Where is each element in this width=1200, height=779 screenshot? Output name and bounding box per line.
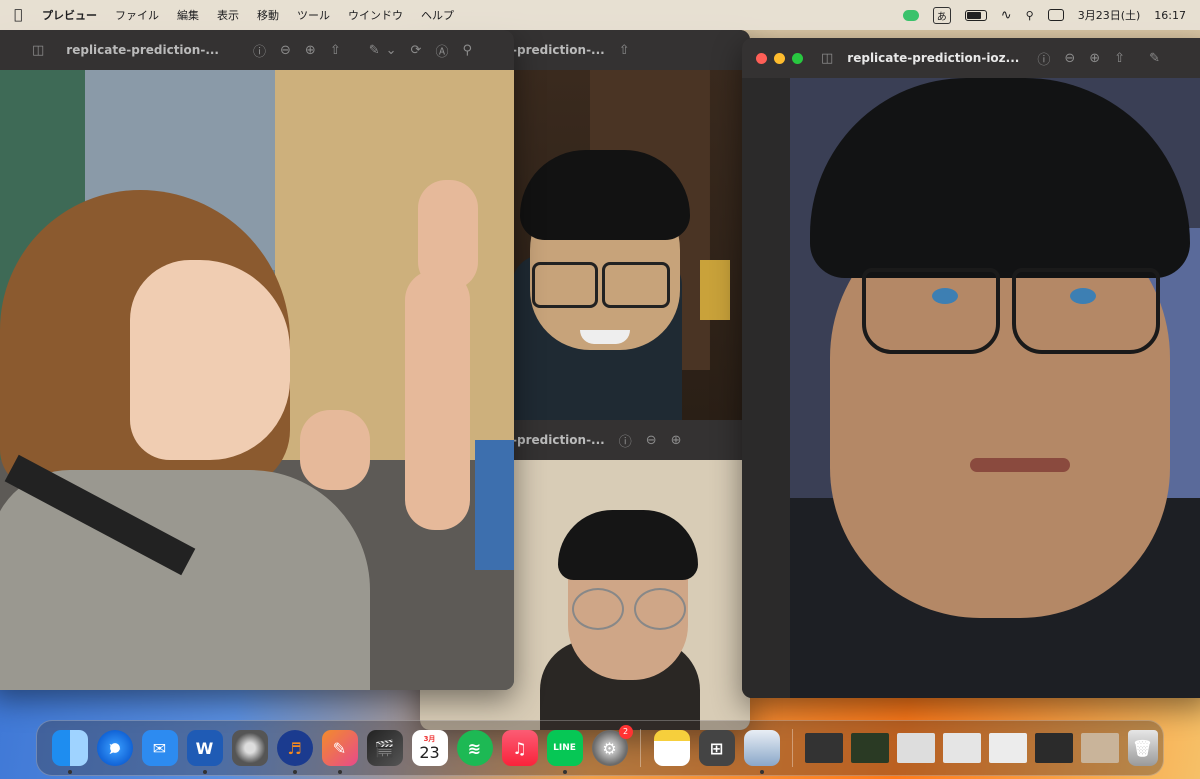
minimized-window-7[interactable] (1081, 733, 1119, 763)
minimized-window-4[interactable] (943, 733, 981, 763)
zoom-in-icon[interactable]: ⊕ (671, 433, 682, 448)
search-icon[interactable]: ⚲ (1026, 9, 1034, 22)
preview-icon[interactable] (743, 730, 780, 774)
final-cut-icon[interactable]: 🎬 (366, 730, 403, 766)
chevron-down-icon[interactable]: ⌄ (386, 43, 397, 58)
dock-separator (640, 729, 641, 767)
preview-window-right[interactable]: ◫ replicate-prediction-ioz... ⓘ ⊖ ⊕ ⇧ ✎ (742, 38, 1200, 698)
menu-time[interactable]: 16:17 (1154, 9, 1186, 22)
audacity-icon[interactable]: ♬ (276, 730, 313, 774)
finder-icon[interactable] (51, 730, 88, 774)
calculator-icon[interactable]: ⊞ (698, 730, 735, 766)
traffic-lights (756, 52, 803, 64)
menu-view[interactable]: 表示 (217, 7, 239, 23)
dock: ➤ ✉ W ♬ ✎ 🎬 3月 23 ≋ ♫ LINE ⚙ 2 ⊞ 🗑 (36, 720, 1164, 776)
zoom-out-icon[interactable]: ⊖ (1064, 51, 1075, 66)
zoom-out-icon[interactable]: ⊖ (280, 43, 291, 58)
annotate-icon[interactable]: Ⓐ (435, 41, 448, 60)
menu-edit[interactable]: 編集 (177, 7, 199, 23)
menu-window[interactable]: ウインドウ (348, 7, 403, 23)
spotify-icon[interactable]: ≋ (456, 730, 493, 766)
search-icon[interactable]: ⚲ (462, 43, 472, 58)
minimized-window-5[interactable] (989, 733, 1027, 763)
markup-icon[interactable]: ✎ (1149, 51, 1160, 66)
calendar-icon[interactable]: 3月 23 (411, 730, 448, 766)
music-icon[interactable]: ♫ (501, 730, 538, 766)
menu-tools[interactable]: ツール (297, 7, 330, 23)
minimize-button[interactable] (774, 52, 785, 64)
share-icon[interactable]: ⇧ (1114, 51, 1125, 66)
disk-utility-icon[interactable] (231, 730, 268, 766)
line-icon[interactable]: LINE (546, 730, 583, 774)
menu-help[interactable]: ヘルプ (421, 7, 454, 23)
menu-bar:  プレビュー ファイル 編集 表示 移動 ツール ウインドウ ヘルプ あ ∿ … (0, 0, 1200, 30)
menu-file[interactable]: ファイル (115, 7, 159, 23)
minimized-window-2[interactable] (851, 733, 889, 763)
close-button[interactable] (756, 52, 767, 64)
share-icon[interactable]: ⇧ (330, 43, 341, 58)
menu-date[interactable]: 3月23日(土) (1078, 7, 1141, 23)
image-content (0, 70, 514, 690)
input-mode-icon[interactable]: あ (932, 6, 951, 24)
wifi-icon[interactable]: ∿ (1001, 8, 1012, 23)
share-icon[interactable]: ⇧ (619, 43, 630, 58)
image-content (742, 78, 1200, 698)
photo-man-rectangular-glasses (790, 78, 1200, 698)
dock-separator (792, 729, 793, 767)
battery-icon[interactable] (964, 9, 987, 21)
settings-badge: 2 (618, 725, 633, 739)
calendar-day: 23 (419, 742, 440, 762)
mail-icon[interactable]: ✉ (141, 730, 178, 766)
menu-go[interactable]: 移動 (257, 7, 279, 23)
photo-woman-peace-sign (0, 70, 514, 690)
menu-app-name[interactable]: プレビュー (42, 7, 97, 23)
zoom-button[interactable] (792, 52, 803, 64)
system-settings-icon[interactable]: ⚙ 2 (591, 725, 633, 766)
window-title: -prediction-... (512, 43, 605, 57)
sidebar-toggle-icon[interactable]: ◫ (32, 43, 44, 58)
safari-icon[interactable]: ➤ (96, 730, 133, 766)
window-title: replicate-prediction-... (66, 43, 219, 57)
titlebar: ◫ replicate-prediction-... ⓘ ⊖ ⊕ ⇧ ✎ ⌄ ⟳… (0, 30, 514, 70)
zoom-out-icon[interactable]: ⊖ (646, 433, 657, 448)
sidebar-toggle-icon[interactable]: ◫ (821, 51, 833, 66)
info-icon[interactable]: ⓘ (253, 41, 266, 60)
titlebar: ◫ replicate-prediction-ioz... ⓘ ⊖ ⊕ ⇧ ✎ (742, 38, 1200, 78)
affinity-icon[interactable]: ✎ (321, 730, 358, 774)
window-title-lower: -prediction-... (512, 433, 605, 447)
minimized-window-6[interactable] (1035, 733, 1073, 763)
preview-window-left[interactable]: ◫ replicate-prediction-... ⓘ ⊖ ⊕ ⇧ ✎ ⌄ ⟳… (0, 30, 514, 690)
info-icon[interactable]: ⓘ (619, 431, 632, 450)
line-status-icon[interactable] (902, 9, 919, 21)
zoom-in-icon[interactable]: ⊕ (305, 43, 316, 58)
apple-logo-icon[interactable]:  (14, 7, 32, 23)
zoom-in-icon[interactable]: ⊕ (1089, 51, 1100, 66)
rotate-icon[interactable]: ⟳ (411, 43, 422, 58)
minimized-window-3[interactable] (897, 733, 935, 763)
control-center-icon[interactable] (1047, 9, 1064, 21)
trash-icon[interactable]: 🗑 (1127, 730, 1158, 766)
info-icon[interactable]: ⓘ (1037, 49, 1050, 68)
word-icon[interactable]: W (186, 730, 223, 774)
window-title: replicate-prediction-ioz... (847, 51, 1020, 65)
markup-icon[interactable]: ✎ (369, 43, 380, 58)
notes-icon[interactable] (653, 730, 690, 766)
minimized-window-1[interactable] (805, 733, 843, 763)
